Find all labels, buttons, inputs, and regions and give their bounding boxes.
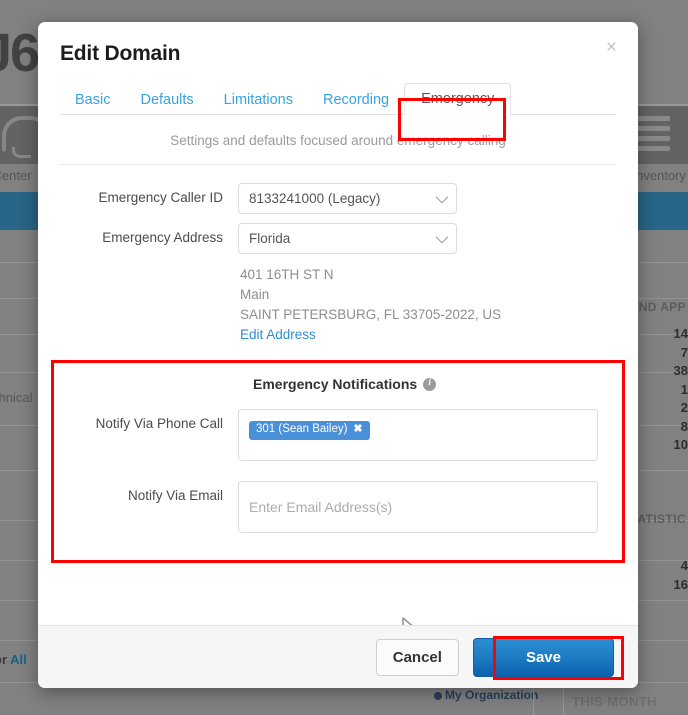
- background-stat-numbers: 14 7 38 1 2 8 10: [630, 325, 688, 455]
- dialog-subtitle: Settings and defaults focused around eme…: [170, 133, 506, 148]
- notify-email-input[interactable]: [238, 481, 598, 533]
- save-button[interactable]: Save: [472, 637, 614, 677]
- field-row-caller-id: Emergency Caller ID 8133241000 (Legacy): [60, 183, 616, 214]
- tab-basic[interactable]: Basic: [60, 85, 125, 116]
- cancel-button[interactable]: Cancel: [375, 638, 459, 676]
- background-stat-value: 8: [680, 418, 688, 434]
- field-row-notify-email: Notify Via Email: [60, 481, 616, 533]
- tab-list: Basic Defaults Limitations Recording Eme…: [60, 82, 616, 115]
- background-footer-link: or All: [0, 652, 27, 667]
- edit-domain-dialog: Edit Domain × Basic Defaults Limitations…: [38, 22, 638, 688]
- background-month-label: THIS MONTH: [572, 694, 657, 709]
- label-notify-via-email: Notify Via Email: [127, 488, 223, 503]
- app-logo: J6: [0, 23, 40, 83]
- dialog-header: Edit Domain ×: [38, 22, 638, 66]
- background-org-label: My Organization: [445, 688, 539, 702]
- background-vertical-divider-2: [563, 684, 564, 715]
- chevron-down-icon: [435, 230, 449, 244]
- background-stat-value: 4: [680, 558, 688, 573]
- tag-remove-icon[interactable]: ✖: [353, 424, 362, 435]
- address-line-city-state-zip: SAINT PETERSBURG, FL 33705-2022, US: [240, 307, 502, 322]
- background-stat-value: 14: [673, 326, 688, 341]
- emergency-address-value: Florida: [249, 231, 291, 246]
- emergency-notifications-heading: Emergency Notifications i: [253, 376, 616, 392]
- background-stat-value: 7: [680, 344, 688, 360]
- emergency-caller-id-select[interactable]: 8133241000 (Legacy): [238, 183, 457, 214]
- tag-chip[interactable]: 301 (Sean Bailey) ✖: [249, 421, 370, 440]
- label-notify-via-phone-call: Notify Via Phone Call: [95, 416, 223, 431]
- emergency-address-select[interactable]: Florida: [238, 223, 457, 254]
- close-icon[interactable]: ×: [602, 34, 621, 61]
- edit-address-link[interactable]: Edit Address: [240, 327, 316, 342]
- background-panel-heading-apps: AND APP: [629, 300, 686, 314]
- background-stat-value: 38: [673, 363, 688, 378]
- tab-recording[interactable]: Recording: [308, 85, 404, 116]
- tab-limitations[interactable]: Limitations: [209, 85, 308, 116]
- notify-phone-call-input[interactable]: 301 (Sean Bailey) ✖: [238, 409, 598, 461]
- background-side-label-technical: chnical: [0, 390, 33, 405]
- page-title: Edit Domain: [60, 42, 181, 65]
- emergency-caller-id-value: 8133241000 (Legacy): [249, 191, 381, 206]
- field-row-notify-phone: Notify Via Phone Call 301 (Sean Bailey) …: [60, 409, 616, 461]
- tag-label: 301 (Sean Bailey): [256, 423, 348, 435]
- label-emergency-caller-id: Emergency Caller ID: [98, 190, 223, 205]
- background-stat-value: 1: [680, 381, 688, 397]
- address-details: 401 16TH ST N Main SAINT PETERSBURG, FL …: [238, 265, 616, 344]
- background-stat-value: 16: [673, 576, 688, 592]
- legend-dot-icon: [434, 691, 442, 700]
- background-stat-numbers-secondary: 4 16: [630, 557, 688, 594]
- chevron-down-icon: [435, 190, 449, 204]
- background-nav-label-inventory: nventory: [636, 168, 686, 183]
- tabs-container: Basic Defaults Limitations Recording Eme…: [38, 82, 638, 141]
- field-row-emergency-address: Emergency Address Florida: [60, 223, 616, 254]
- emergency-notifications-heading-text: Emergency Notifications: [253, 376, 418, 392]
- background-org-legend: My Organization: [434, 688, 538, 702]
- background-footer-prefix: or: [0, 652, 7, 667]
- mouse-cursor-icon: [402, 617, 413, 625]
- background-footer-all-link: All: [10, 652, 27, 667]
- emergency-notifications-section: Emergency Notifications i Notify Via Pho…: [60, 376, 616, 533]
- tab-emergency[interactable]: Emergency: [404, 82, 512, 115]
- background-stat-value: 10: [673, 437, 688, 452]
- dialog-footer: Cancel Save: [38, 625, 638, 688]
- background-nav-label-call-center: l Center: [0, 168, 32, 183]
- tab-defaults[interactable]: Defaults: [125, 85, 208, 116]
- background-vertical-divider-1: [533, 684, 534, 715]
- label-emergency-address: Emergency Address: [102, 230, 223, 245]
- address-line-unit: Main: [240, 287, 270, 302]
- dialog-body: Emergency Caller ID 8133241000 (Legacy) …: [38, 165, 638, 625]
- background-stat-value: 2: [680, 400, 688, 415]
- info-icon[interactable]: i: [423, 377, 437, 391]
- address-line-street: 401 16TH ST N: [240, 267, 334, 282]
